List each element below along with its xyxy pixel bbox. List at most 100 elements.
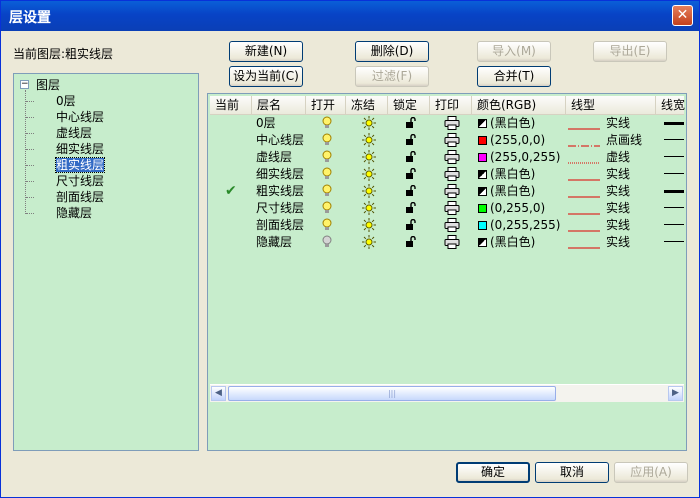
import-button[interactable]: 导入(M) [477, 41, 551, 62]
filter-button[interactable]: 过滤(F) [355, 66, 429, 87]
layer-row[interactable]: 中心线层 (255,0,0) 点画线 [210, 132, 684, 149]
lineweight-preview[interactable] [664, 207, 684, 208]
set-current-button[interactable]: 设为当前(C) [229, 66, 303, 87]
layer-tree[interactable]: − 图层 0层 中心线层 虚线层 细实线层 粗实线层 尺寸线层 剖面线层 隐藏层 [13, 73, 199, 451]
layer-name[interactable]: 细实线层 [256, 166, 304, 183]
bulb-icon[interactable] [322, 235, 332, 252]
tree-item[interactable]: 隐藏层 [56, 205, 92, 221]
layer-row[interactable]: ✔ 粗实线层 (黑白色) 实线 [210, 183, 684, 200]
sun-icon[interactable] [362, 218, 376, 235]
linetype-name[interactable]: 点画线 [606, 132, 642, 149]
export-button[interactable]: 导出(E) [593, 41, 667, 62]
printer-icon[interactable] [444, 116, 460, 133]
printer-icon[interactable] [444, 184, 460, 201]
printer-icon[interactable] [444, 218, 460, 235]
column-header[interactable]: 线宽 [656, 96, 686, 114]
column-header[interactable]: 颜色(RGB) [472, 96, 566, 114]
tree-item[interactable]: 剖面线层 [56, 189, 104, 205]
delete-button[interactable]: 删除(D) [355, 41, 429, 62]
bulb-icon[interactable] [322, 184, 332, 201]
collapse-icon[interactable]: − [20, 80, 29, 89]
tree-item[interactable]: 尺寸线层 [56, 173, 104, 189]
layer-name[interactable]: 剖面线层 [256, 217, 304, 234]
bulb-icon[interactable] [322, 201, 332, 218]
tree-item[interactable]: 粗实线层 [54, 157, 106, 173]
tree-item[interactable]: 中心线层 [56, 109, 104, 125]
lineweight-preview[interactable] [664, 190, 684, 193]
lineweight-preview[interactable] [664, 122, 684, 125]
printer-icon[interactable] [444, 235, 460, 252]
linetype-name[interactable]: 实线 [606, 217, 630, 234]
color-cell[interactable]: (黑白色) [478, 115, 535, 132]
bulb-icon[interactable] [322, 167, 332, 184]
color-cell[interactable]: (黑白色) [478, 183, 535, 200]
scroll-thumb[interactable]: ||| [228, 386, 556, 401]
column-header[interactable]: 打开 [306, 96, 346, 114]
linetype-name[interactable]: 实线 [606, 234, 630, 251]
lineweight-preview[interactable] [664, 224, 684, 225]
bulb-icon[interactable] [322, 218, 332, 235]
lineweight-preview[interactable] [664, 173, 684, 174]
color-cell[interactable]: (0,255,255) [478, 217, 560, 234]
cancel-button[interactable]: 取消 [535, 462, 609, 483]
printer-icon[interactable] [444, 150, 460, 167]
linetype-name[interactable]: 实线 [606, 183, 630, 200]
color-cell[interactable]: (255,0,255) [478, 149, 560, 166]
lineweight-preview[interactable] [664, 156, 684, 157]
layer-list[interactable]: 当前 层名 打开 冻结 锁定 打印 颜色(RGB) 线型 线宽 ◀ ||| ▶ 0层 (黑白色) 实… [207, 93, 687, 451]
printer-icon[interactable] [444, 167, 460, 184]
tree-root[interactable]: 图层 [36, 77, 60, 93]
merge-button[interactable]: 合并(T) [477, 66, 551, 87]
lock-icon[interactable] [405, 235, 417, 253]
linetype-name[interactable]: 实线 [606, 200, 630, 217]
layer-name[interactable]: 粗实线层 [256, 183, 304, 200]
linetype-name[interactable]: 实线 [606, 166, 630, 183]
sun-icon[interactable] [362, 235, 376, 252]
layer-name[interactable]: 0层 [256, 115, 276, 132]
ok-button[interactable]: 确定 [456, 462, 530, 483]
linetype-name[interactable]: 实线 [606, 115, 630, 132]
color-cell[interactable]: (255,0,0) [478, 132, 545, 149]
layer-row[interactable]: 细实线层 (黑白色) 实线 [210, 166, 684, 183]
layer-name[interactable]: 隐藏层 [256, 234, 292, 251]
sun-icon[interactable] [362, 167, 376, 184]
column-header[interactable]: 层名 [252, 96, 306, 114]
tree-item[interactable]: 细实线层 [56, 141, 104, 157]
lineweight-preview[interactable] [664, 241, 684, 242]
sun-icon[interactable] [362, 150, 376, 167]
sun-icon[interactable] [362, 184, 376, 201]
layer-row[interactable]: 0层 (黑白色) 实线 [210, 115, 684, 132]
layer-row[interactable]: 隐藏层 (黑白色) 实线 [210, 234, 684, 251]
column-header[interactable]: 锁定 [388, 96, 430, 114]
lineweight-preview[interactable] [664, 139, 684, 140]
layer-name[interactable]: 虚线层 [256, 149, 292, 166]
color-cell[interactable]: (0,255,0) [478, 200, 545, 217]
color-cell[interactable]: (黑白色) [478, 166, 535, 183]
apply-button[interactable]: 应用(A) [614, 462, 688, 483]
printer-icon[interactable] [444, 201, 460, 218]
bulb-icon[interactable] [322, 116, 332, 133]
printer-icon[interactable] [444, 133, 460, 150]
column-header[interactable]: 冻结 [346, 96, 388, 114]
tree-item[interactable]: 虚线层 [56, 125, 92, 141]
close-button[interactable]: ✕ [672, 5, 693, 26]
linetype-name[interactable]: 虚线 [606, 149, 630, 166]
column-header[interactable]: 打印 [430, 96, 472, 114]
tree-item[interactable]: 0层 [56, 93, 76, 109]
horizontal-scrollbar[interactable]: ◀ ||| ▶ [210, 384, 684, 402]
layer-row[interactable]: 尺寸线层 (0,255,0) 实线 [210, 200, 684, 217]
scroll-left-icon[interactable]: ◀ [211, 386, 226, 401]
bulb-icon[interactable] [322, 133, 332, 150]
bulb-icon[interactable] [322, 150, 332, 167]
color-cell[interactable]: (黑白色) [478, 234, 535, 251]
new-button[interactable]: 新建(N) [229, 41, 303, 62]
sun-icon[interactable] [362, 201, 376, 218]
column-header[interactable]: 线型 [566, 96, 656, 114]
layer-name[interactable]: 中心线层 [256, 132, 304, 149]
layer-row[interactable]: 虚线层 (255,0,255) 虚线 [210, 149, 684, 166]
sun-icon[interactable] [362, 133, 376, 150]
scroll-right-icon[interactable]: ▶ [668, 386, 683, 401]
layer-row[interactable]: 剖面线层 (0,255,255) 实线 [210, 217, 684, 234]
sun-icon[interactable] [362, 116, 376, 133]
column-header[interactable]: 当前 [210, 96, 252, 114]
